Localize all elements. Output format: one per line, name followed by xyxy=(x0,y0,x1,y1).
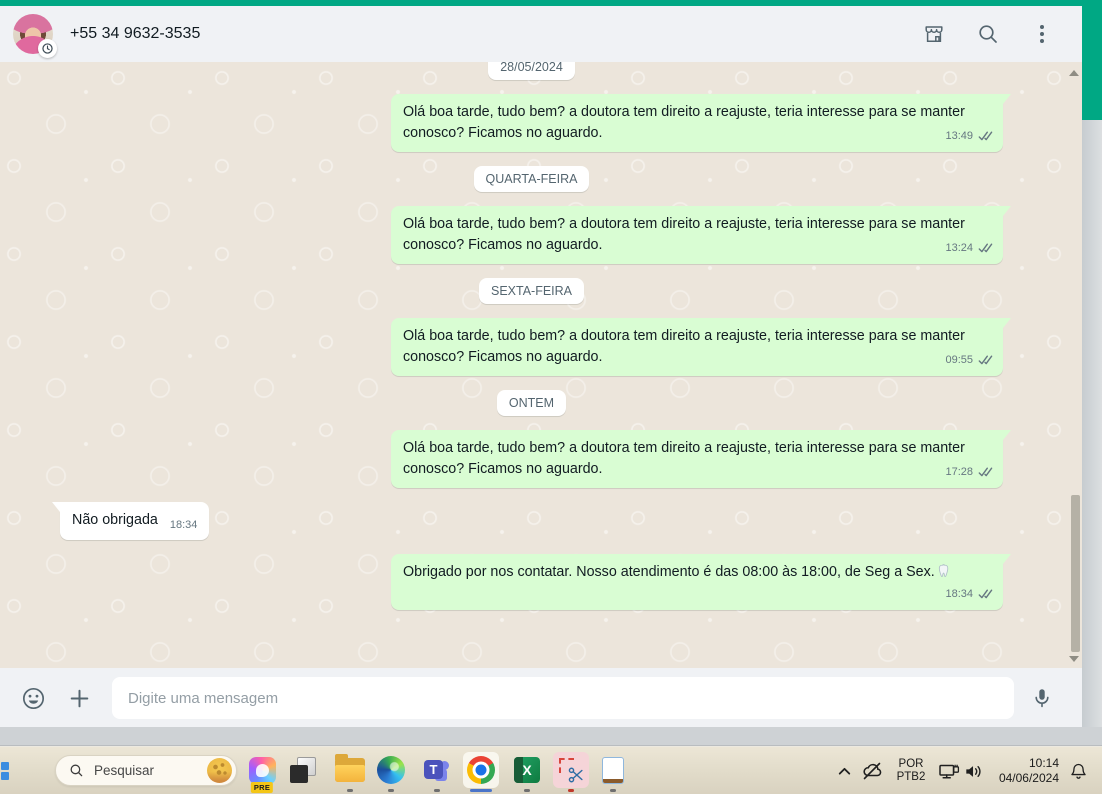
clock-icon xyxy=(42,43,53,54)
delivered-checks-icon xyxy=(978,131,993,141)
chat-message-list: 28/05/2024 Olá boa tarde, tudo bem? a dou… xyxy=(0,62,1082,668)
whatsapp-window: +55 34 9632-3535 28/05/2024 Olá boa tarde… xyxy=(0,6,1082,728)
clock-date: 04/06/2024 xyxy=(998,771,1059,785)
kebab-menu-icon[interactable] xyxy=(1030,25,1054,43)
clock[interactable]: 10:14 04/06/2024 xyxy=(999,747,1059,794)
message-outgoing[interactable]: Obrigado por nos contatar. Nosso atendim… xyxy=(391,554,1011,610)
bottom-strip xyxy=(0,727,1102,746)
chrome-icon[interactable] xyxy=(463,752,499,792)
message-outgoing[interactable]: Olá boa tarde, tudo bem? a doutora tem d… xyxy=(391,430,1011,488)
taskbar-search[interactable]: Pesquisar xyxy=(55,755,237,786)
language-indicator[interactable]: POR PTB2 xyxy=(891,747,931,794)
teams-icon[interactable]: T xyxy=(419,752,455,792)
chat-area: 28/05/2024 Olá boa tarde, tudo bem? a dou… xyxy=(0,62,1082,668)
notification-bell-icon[interactable] xyxy=(1068,747,1089,794)
date-divider: SEXTA-FEIRA xyxy=(478,278,585,304)
file-explorer-icon[interactable] xyxy=(332,752,368,792)
taskbar: Pesquisar PRE T X POR PTB2 10:14 04/06/2… xyxy=(0,746,1102,794)
delivered-checks-icon xyxy=(978,243,993,253)
gutter-teal xyxy=(1082,6,1102,120)
clock-time: 10:14 xyxy=(1028,756,1059,770)
start-button-partial[interactable] xyxy=(0,762,9,780)
gutter-gray xyxy=(1082,120,1102,727)
mic-icon[interactable] xyxy=(1030,686,1054,710)
search-icon[interactable] xyxy=(976,22,1000,46)
excel-icon[interactable]: X xyxy=(509,752,545,792)
task-view-icon[interactable] xyxy=(285,752,321,788)
tooth-emoji xyxy=(938,564,948,578)
message-outgoing[interactable]: Olá boa tarde, tudo bem? a doutora tem d… xyxy=(391,206,1011,264)
date-divider: ONTEM xyxy=(496,390,567,416)
chat-header: +55 34 9632-3535 xyxy=(0,6,1082,62)
onedrive-off-icon[interactable] xyxy=(860,747,884,794)
tray-chevron-icon[interactable] xyxy=(836,747,853,794)
delivered-checks-icon xyxy=(978,589,993,599)
scrollbar-thumb[interactable] xyxy=(1071,495,1080,652)
attach-plus-icon[interactable] xyxy=(67,686,92,711)
cheese-icon[interactable] xyxy=(207,758,232,783)
emoji-icon[interactable] xyxy=(20,685,47,712)
contact-phone[interactable]: +55 34 9632-3535 xyxy=(70,25,200,43)
message-outgoing[interactable]: Olá boa tarde, tudo bem? a doutora tem d… xyxy=(391,318,1011,376)
network-icon[interactable] xyxy=(937,747,961,794)
date-divider: 28/05/2024 xyxy=(488,62,575,80)
snipping-tool-icon[interactable] xyxy=(553,752,589,792)
taskbar-search-label: Pesquisar xyxy=(94,763,155,778)
notepad-icon[interactable] xyxy=(595,752,631,792)
message-outgoing[interactable]: Olá boa tarde, tudo bem? a doutora tem d… xyxy=(391,94,1011,152)
screen: +55 34 9632-3535 28/05/2024 Olá boa tarde… xyxy=(0,0,1102,794)
date-divider: QUARTA-FEIRA xyxy=(473,166,590,192)
copilot-pre-badge: PRE xyxy=(250,782,274,793)
edge-icon[interactable] xyxy=(373,752,409,792)
storefront-icon[interactable] xyxy=(922,22,946,46)
volume-icon[interactable] xyxy=(962,747,985,794)
message-incoming[interactable]: Não obrigada 18:34 xyxy=(51,502,210,540)
delivered-checks-icon xyxy=(978,355,993,365)
contact-avatar[interactable] xyxy=(13,14,57,58)
composer xyxy=(0,668,1082,728)
taskbar-search-icon xyxy=(70,764,83,777)
delivered-checks-icon xyxy=(978,467,993,477)
scroll-down-arrow[interactable] xyxy=(1069,656,1079,662)
copilot-icon[interactable]: PRE xyxy=(244,752,280,793)
window-right-gutter xyxy=(1082,6,1102,727)
avatar-status-badge xyxy=(38,39,57,58)
message-input[interactable] xyxy=(112,677,1014,719)
scroll-up-arrow[interactable] xyxy=(1069,70,1079,76)
